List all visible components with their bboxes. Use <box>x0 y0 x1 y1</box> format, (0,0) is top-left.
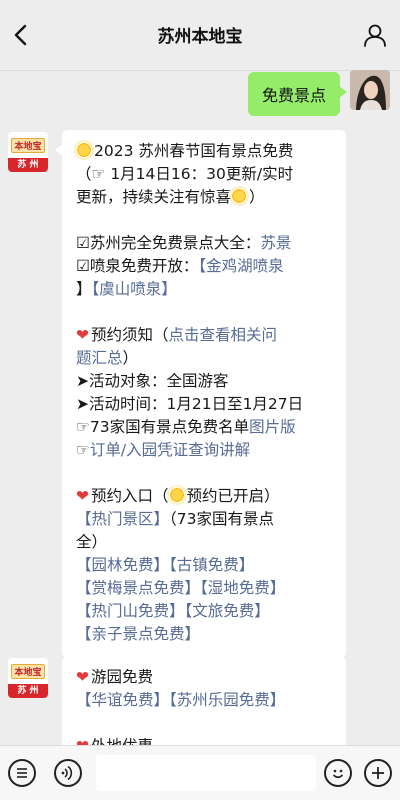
message-text: 预约已开启） <box>186 487 280 505</box>
link-faq[interactable]: 点击查看相关问 <box>169 326 278 344</box>
message-text: 预约须知（ <box>91 326 169 344</box>
message-text: 】 <box>76 280 92 298</box>
message-text: ☑苏州完全免费景点大全： <box>76 234 261 252</box>
link-yushan-fountain[interactable]: 【虞山喷泉】 <box>92 280 177 298</box>
message-text: （☞ 1月14日16：30更新/实时 <box>76 165 294 183</box>
person-icon[interactable] <box>362 22 388 48</box>
message-text: 预约入口（ <box>91 487 169 505</box>
brand-logo-text: 本地宝 <box>11 663 45 679</box>
brand-city: 苏 州 <box>8 158 48 172</box>
link-huayi-free[interactable]: 【华谊免费】 <box>76 691 169 709</box>
sent-message[interactable]: 免费景点 <box>247 72 348 116</box>
brand-city: 苏 州 <box>8 684 48 698</box>
link-culture-free[interactable]: 【文旅免费】 <box>185 602 270 620</box>
navigation-bar: 苏州本地宝 <box>0 0 400 71</box>
link-suzhou-park-free[interactable]: 【苏州乐园免费】 <box>169 691 285 709</box>
plus-icon[interactable] <box>364 759 392 787</box>
message-input[interactable] <box>96 755 316 791</box>
sun-icon <box>231 188 248 204</box>
link-family-free[interactable]: 【亲子景点免费】 <box>76 625 200 643</box>
message-text: ➤活动对象：全国游客 <box>76 372 229 390</box>
brand-logo-text: 本地宝 <box>11 137 45 153</box>
sent-message-text: 免费景点 <box>261 86 326 105</box>
message-text: 2023 苏州春节国有景点免费 <box>94 142 294 160</box>
heart-icon: ❤ <box>76 326 89 344</box>
message-text: ➤活动时间：1月21日至1月27日 <box>76 395 304 413</box>
received-message[interactable]: ❤游园免费 【华谊免费】【苏州乐园免费】 ❤外地优惠 <box>62 656 346 752</box>
message-text: ☞73家国有景点免费名单 <box>76 418 250 436</box>
sun-icon <box>76 142 92 158</box>
link-order-query[interactable]: 订单/入园凭证查询讲解 <box>90 441 250 459</box>
heart-icon: ❤ <box>76 487 89 505</box>
sun-icon <box>168 487 185 503</box>
received-message[interactable]: 2023 苏州春节国有景点免费 （☞ 1月14日16：30更新/实时 更新，持续… <box>55 130 346 658</box>
message-text: 全） <box>76 533 108 551</box>
message-text: ） <box>122 349 139 367</box>
message-text: ☑喷泉免费开放： <box>76 257 199 275</box>
user-avatar-image <box>350 70 390 110</box>
link-image-version[interactable]: 图片版 <box>249 418 296 436</box>
message-text: 更新，持续关注有惊喜 <box>76 188 232 206</box>
chat-title: 苏州本地宝 <box>157 27 243 47</box>
list-icon[interactable] <box>8 759 36 787</box>
link-garden-free[interactable]: 【园林免费】 <box>76 556 169 574</box>
link-faq[interactable]: 题汇总 <box>76 349 123 367</box>
voice-icon[interactable] <box>54 759 82 787</box>
link-popular-scenic[interactable]: 【热门景区】 <box>76 510 169 528</box>
link-old-town-free[interactable]: 【古镇免费】 <box>169 556 254 574</box>
input-toolbar <box>0 745 400 800</box>
message-text: ） <box>249 188 265 206</box>
brand-avatar[interactable]: 本地宝 苏 州 <box>8 132 48 172</box>
link-wetland-free[interactable]: 【湿地免费】 <box>200 579 285 597</box>
link-plum-free[interactable]: 【赏梅景点免费】 <box>76 579 200 597</box>
message-text: （73家国有景点 <box>169 510 274 528</box>
link-suzhou-scenic[interactable]: 苏景 <box>260 234 291 252</box>
emoji-icon[interactable] <box>324 759 352 787</box>
brand-avatar[interactable]: 本地宝 苏 州 <box>8 658 48 698</box>
message-text: ☞ <box>76 441 90 459</box>
link-jinji-lake-fountain[interactable]: 【金鸡湖喷泉 <box>198 257 283 275</box>
user-avatar[interactable] <box>350 70 390 110</box>
heart-icon: ❤ <box>76 668 89 686</box>
link-mountain-free[interactable]: 【热门山免费】 <box>76 602 185 620</box>
message-text: 游园免费 <box>91 668 154 686</box>
